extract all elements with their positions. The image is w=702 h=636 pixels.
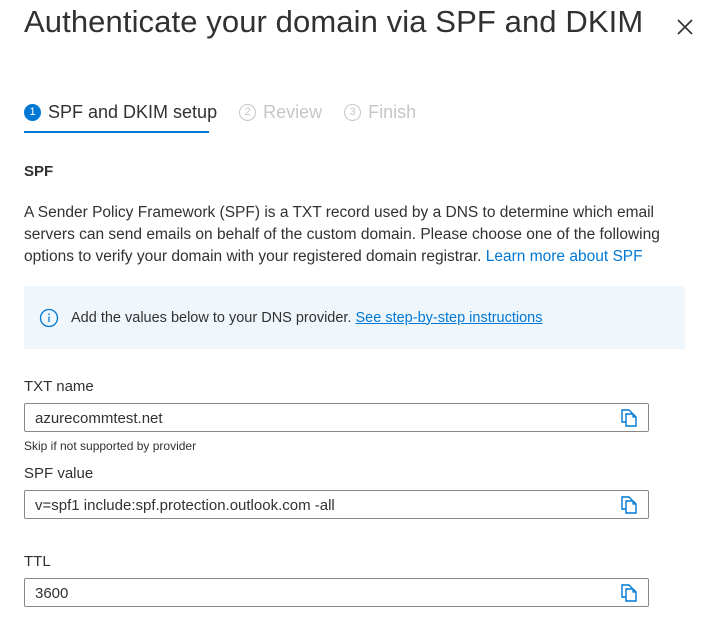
- step-spf-dkim-setup[interactable]: 1 SPF and DKIM setup: [24, 98, 217, 126]
- ttl-label: TTL: [24, 553, 51, 570]
- copy-icon[interactable]: [618, 494, 640, 516]
- info-message-bar: Add the values below to your DNS provide…: [24, 286, 685, 349]
- step-by-step-link[interactable]: See step-by-step instructions: [356, 310, 543, 326]
- step-review[interactable]: 2 Review: [239, 98, 322, 126]
- info-text: Add the values below to your DNS provide…: [71, 309, 352, 326]
- txt-name-input[interactable]: [35, 408, 605, 428]
- copy-icon[interactable]: [618, 407, 640, 429]
- txt-name-label: TXT name: [24, 378, 94, 395]
- copy-icon[interactable]: [618, 582, 640, 604]
- ttl-input[interactable]: [35, 583, 605, 603]
- txt-name-field: [24, 403, 649, 432]
- step-finish[interactable]: 3 Finish: [344, 98, 416, 126]
- dialog-title: Authenticate your domain via SPF and DKI…: [24, 4, 644, 39]
- spf-value-field: [24, 490, 649, 519]
- txt-name-hint: Skip if not supported by provider: [24, 439, 197, 453]
- step-number: 2: [239, 103, 257, 121]
- wizard-steps: 1 SPF and DKIM setup 2 Review 3 Finish: [24, 98, 438, 134]
- active-step-indicator: [24, 131, 209, 133]
- spf-description: A Sender Policy Framework (SPF) is a TXT…: [24, 202, 689, 268]
- step-number: 3: [344, 103, 362, 121]
- step-number: 1: [24, 103, 41, 121]
- spf-value-label: SPF value: [24, 465, 94, 482]
- info-icon: [39, 308, 59, 327]
- section-heading: SPF: [24, 163, 54, 180]
- learn-more-link[interactable]: Learn more about SPF: [486, 248, 643, 265]
- info-message: Add the values below to your DNS provide…: [71, 310, 543, 326]
- ttl-field: [24, 578, 649, 607]
- close-icon: [677, 19, 693, 35]
- close-button[interactable]: [673, 15, 697, 39]
- step-label: Review: [263, 101, 323, 122]
- spf-value-input[interactable]: [35, 495, 605, 515]
- step-label: Finish: [368, 101, 417, 122]
- step-label: SPF and DKIM setup: [48, 101, 218, 122]
